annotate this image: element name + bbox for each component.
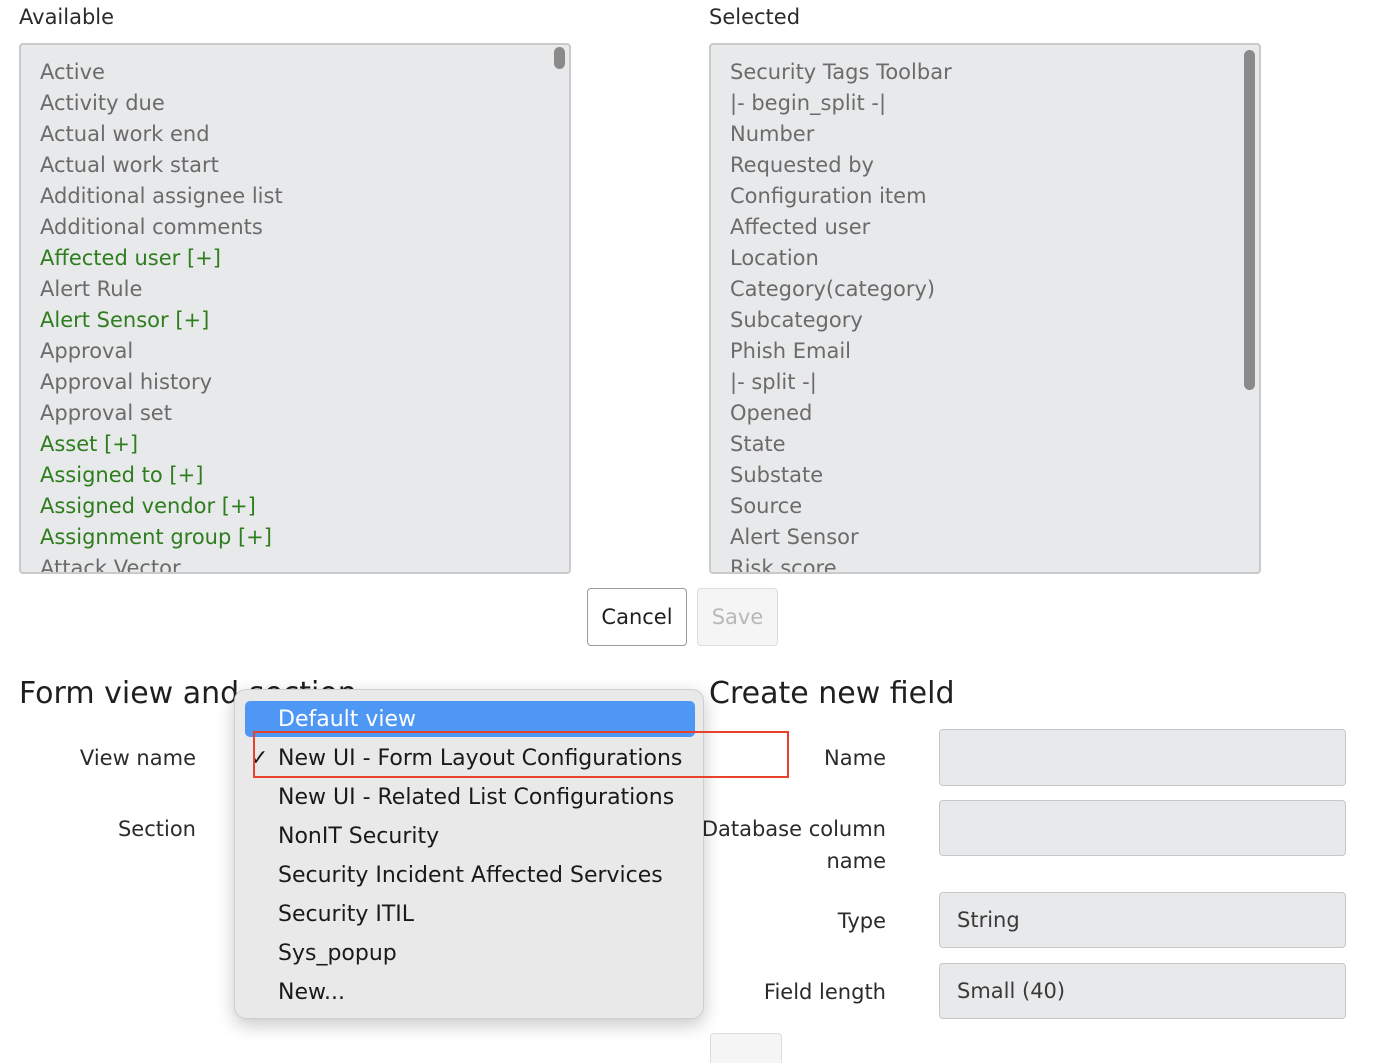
selected-item[interactable]: State [730, 429, 1259, 460]
selected-item[interactable]: Source [730, 491, 1259, 522]
available-item[interactable]: Alert Sensor [+] [40, 305, 569, 336]
selected-item[interactable]: Risk score [730, 553, 1259, 572]
available-item[interactable]: Additional assignee list [40, 181, 569, 212]
cancel-button[interactable]: Cancel [587, 588, 687, 646]
view-name-dropdown[interactable]: Default view ✓ New UI - Form Layout Config… [234, 689, 704, 1019]
dropdown-option[interactable]: Security Incident Affected Services [245, 857, 695, 893]
selected-item[interactable]: Requested by [730, 150, 1259, 181]
available-list: Active Activity due Actual work end Actual … [21, 45, 569, 572]
available-item[interactable]: Assignment group [+] [40, 522, 569, 553]
dropdown-option[interactable]: Sys_popup [245, 935, 695, 971]
selected-item[interactable]: Affected user [730, 212, 1259, 243]
field-length-select[interactable]: Small (40) [939, 963, 1346, 1019]
dropdown-option-label: Default view [278, 706, 417, 732]
available-item[interactable]: Affected user [+] [40, 243, 569, 274]
view-name-label: View name [79, 746, 196, 770]
available-item[interactable]: Additional comments [40, 212, 569, 243]
selected-item[interactable]: Category(category) [730, 274, 1259, 305]
available-item[interactable]: Approval set [40, 398, 569, 429]
partial-button[interactable] [710, 1033, 782, 1063]
available-item[interactable]: Active [40, 57, 569, 88]
available-item[interactable]: Attack Vector [40, 553, 569, 572]
available-item[interactable]: Approval [40, 336, 569, 367]
selected-item[interactable]: Subcategory [730, 305, 1259, 336]
available-label: Available [19, 5, 115, 29]
selected-list: Security Tags Toolbar |- begin_split -| Nu… [711, 45, 1259, 572]
dropdown-option-label: New... [278, 979, 345, 1005]
db-column-label-line2: name [826, 849, 886, 873]
dropdown-option[interactable]: NonIT Security [245, 818, 695, 854]
type-select[interactable]: String [939, 892, 1346, 948]
available-item[interactable]: Alert Rule [40, 274, 569, 305]
selected-item[interactable]: Substate [730, 460, 1259, 491]
selected-item[interactable]: Number [730, 119, 1259, 150]
available-listbox[interactable]: Active Activity due Actual work end Actual … [19, 43, 571, 574]
selected-item[interactable]: |- begin_split -| [730, 88, 1259, 119]
dropdown-option-label: Sys_popup [278, 940, 397, 966]
checkmark-icon: ✓ [250, 745, 269, 771]
section-label: Section [117, 817, 196, 841]
dropdown-option[interactable]: New UI - Related List Configurations [245, 779, 695, 815]
dropdown-option[interactable]: Security ITIL [245, 896, 695, 932]
dropdown-option-label: Security ITIL [278, 901, 415, 927]
db-column-label: Database column name [700, 813, 886, 877]
available-item[interactable]: Activity due [40, 88, 569, 119]
selected-label: Selected [709, 5, 801, 29]
selected-item[interactable]: Opened [730, 398, 1259, 429]
selected-scrollbar[interactable] [1244, 50, 1255, 390]
available-item[interactable]: Assigned to [+] [40, 460, 569, 491]
type-label: Type [837, 909, 886, 933]
selected-item[interactable]: Configuration item [730, 181, 1259, 212]
save-button[interactable]: Save [697, 588, 778, 646]
db-column-input[interactable] [939, 800, 1346, 856]
selected-item[interactable]: Phish Email [730, 336, 1259, 367]
dropdown-option[interactable]: New... [245, 974, 695, 1010]
selected-listbox[interactable]: Security Tags Toolbar |- begin_split -| Nu… [709, 43, 1261, 574]
dropdown-option[interactable]: ✓ New UI - Form Layout Configurations [245, 740, 695, 776]
available-item[interactable]: Approval history [40, 367, 569, 398]
dropdown-option-label: NonIT Security [278, 823, 440, 849]
field-length-label: Field length [763, 980, 886, 1004]
selected-item[interactable]: Alert Sensor [730, 522, 1259, 553]
name-label: Name [824, 746, 886, 770]
available-item[interactable]: Actual work end [40, 119, 569, 150]
dropdown-option-label: Security Incident Affected Services [278, 862, 663, 888]
dropdown-option-label: New UI - Form Layout Configurations [278, 745, 683, 771]
available-scrollbar[interactable] [554, 47, 565, 69]
selected-item[interactable]: Security Tags Toolbar [730, 57, 1259, 88]
available-item[interactable]: Asset [+] [40, 429, 569, 460]
dropdown-option-label: New UI - Related List Configurations [278, 784, 675, 810]
selected-item[interactable]: |- split -| [730, 367, 1259, 398]
selected-item[interactable]: Location [730, 243, 1259, 274]
available-item[interactable]: Actual work start [40, 150, 569, 181]
db-column-label-line1: Database column [701, 817, 886, 841]
available-item[interactable]: Assigned vendor [+] [40, 491, 569, 522]
dropdown-option[interactable]: Default view [245, 701, 695, 737]
name-input[interactable] [939, 729, 1346, 786]
create-field-title: Create new field [709, 676, 955, 711]
